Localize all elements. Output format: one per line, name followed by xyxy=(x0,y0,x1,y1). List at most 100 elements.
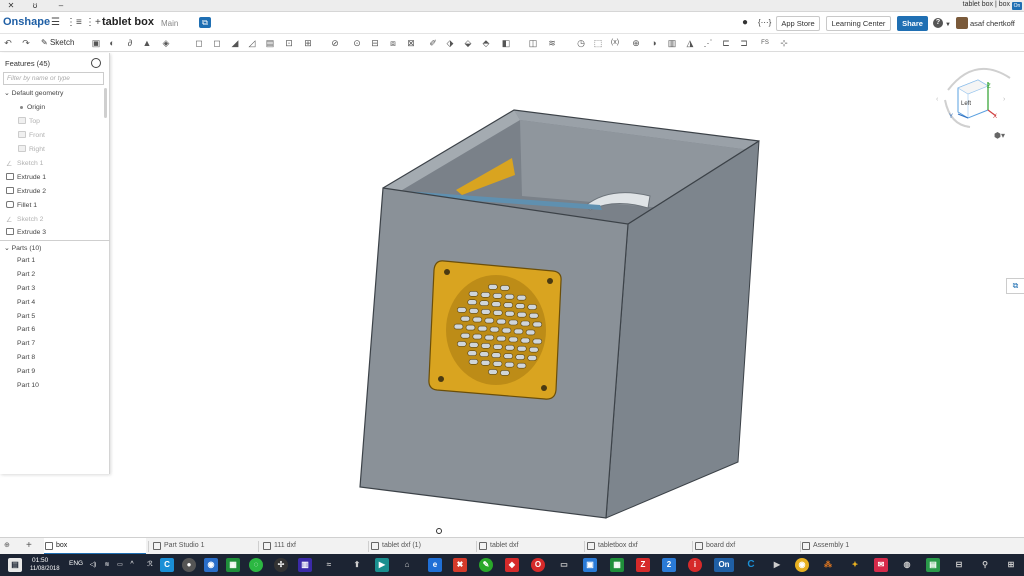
split-icon[interactable]: ⊟ xyxy=(369,37,381,49)
extrude-icon[interactable]: ▣ xyxy=(90,37,102,49)
app-icon[interactable]: ✦ xyxy=(848,558,862,572)
part-item[interactable]: Part 2 xyxy=(17,270,35,280)
feature-extrude-2[interactable]: Extrude 2 xyxy=(6,187,46,197)
avatar[interactable] xyxy=(956,17,968,29)
feature-list-scrollbar[interactable] xyxy=(104,88,107,118)
excel-icon[interactable]: ▦ xyxy=(610,558,624,572)
feature-extrude-3[interactable]: Extrude 3 xyxy=(6,228,46,238)
app-icon[interactable]: C xyxy=(160,558,174,572)
tab-tablet-dxf-1[interactable]: tablet dxf (1) xyxy=(370,538,474,555)
plane-icon[interactable]: ◧ xyxy=(500,37,512,49)
wifi-icon[interactable]: ≋ xyxy=(100,558,114,572)
whatsapp-icon[interactable]: ◌ xyxy=(249,558,263,572)
tab-box[interactable]: box xyxy=(44,538,146,555)
app-icon[interactable]: ⬆ xyxy=(350,558,364,572)
feature-extrude-1[interactable]: Extrude 1 xyxy=(6,173,46,183)
add-tab-button[interactable]: + xyxy=(22,538,42,555)
redo-icon[interactable]: ↷ xyxy=(20,37,32,49)
flat-view-icon[interactable]: ⊐ xyxy=(738,37,750,49)
menu-icon[interactable]: ☰ xyxy=(51,17,60,28)
default-geometry-group[interactable]: ⌄ Default geometry xyxy=(4,89,63,99)
pattern-icon[interactable]: ⊞ xyxy=(302,37,314,49)
tab-tabletbox-dxf[interactable]: tabletbox dxf xyxy=(586,538,690,555)
view-options-cube-icon[interactable]: ⬢▾ xyxy=(994,131,1005,140)
rib-icon[interactable]: ◿ xyxy=(246,37,258,49)
part-item[interactable]: Part 9 xyxy=(17,367,35,377)
tab-tablet-dxf[interactable]: tablet dxf xyxy=(478,538,582,555)
rotate-right-icon[interactable]: › xyxy=(1003,96,1006,103)
mate-connector-icon[interactable]: ◫ xyxy=(527,37,539,49)
feature-origin[interactable]: Origin xyxy=(18,103,45,113)
panel-divider[interactable] xyxy=(0,240,110,241)
tab-111-dxf[interactable]: 111 dxf xyxy=(262,538,366,555)
helix-icon[interactable]: ≋ xyxy=(546,37,558,49)
app-icon[interactable]: ▦ xyxy=(226,558,240,572)
help-chevron-down-icon[interactable]: ▼ xyxy=(945,20,951,31)
tab-board-dxf[interactable]: board dxf xyxy=(694,538,798,555)
app-icon[interactable]: ⌂ xyxy=(400,558,414,572)
side-panel-toggle-icon[interactable]: ⧉ xyxy=(1006,278,1024,294)
tray-chevron-up-icon[interactable]: ^ xyxy=(125,558,139,572)
version-graph-icon[interactable]: ⋮≡ xyxy=(66,17,82,28)
fillet-icon[interactable]: ◻ xyxy=(193,37,205,49)
opera-icon[interactable]: O xyxy=(531,558,545,572)
draft-icon[interactable]: ◢ xyxy=(229,37,241,49)
sketch-button[interactable]: ✎ Sketch xyxy=(41,37,74,49)
search-icon[interactable]: ⚲ xyxy=(978,558,992,572)
file-explorer-icon[interactable]: ▭ xyxy=(557,558,571,572)
graphics-viewport[interactable]: Left Z X Y › ‹ xyxy=(110,53,1024,537)
feature-sketch-2[interactable]: ∠ Sketch 2 xyxy=(6,215,43,225)
history-icon[interactable] xyxy=(91,58,101,68)
boolean-icon[interactable]: ⊙ xyxy=(351,37,363,49)
app-icon[interactable]: 2 xyxy=(662,558,676,572)
help-icon[interactable]: ? xyxy=(933,18,943,28)
variable-icon[interactable]: (x) xyxy=(609,37,621,49)
sweep-icon[interactable]: ∂ xyxy=(124,37,136,49)
part-item[interactable]: Part 10 xyxy=(17,381,39,391)
document-title[interactable]: tablet box xyxy=(102,16,154,28)
document-link-icon[interactable]: ⧉ xyxy=(199,17,211,28)
app-icon[interactable]: ◆ xyxy=(505,558,519,572)
task-view-icon[interactable]: ⊟ xyxy=(952,558,966,572)
feature-filter-input[interactable] xyxy=(3,72,104,85)
app-icon[interactable]: ▥ xyxy=(298,558,312,572)
notification-icon[interactable]: ▤ xyxy=(8,558,22,572)
app-icon[interactable]: ▶ xyxy=(770,558,784,572)
window-close-button[interactable]: ✕ xyxy=(0,0,22,12)
app-store-button[interactable]: App Store xyxy=(776,16,820,31)
add-custom-feature-icon[interactable]: ⊹ xyxy=(778,37,790,49)
fan-grille[interactable] xyxy=(428,260,562,400)
app-icon[interactable]: ⁂ xyxy=(821,558,835,572)
part-item[interactable]: Part 1 xyxy=(17,256,35,266)
chamfer-icon[interactable]: ◻ xyxy=(211,37,223,49)
bend-icon[interactable]: ◮ xyxy=(684,37,696,49)
shell-icon[interactable]: ▤ xyxy=(264,37,276,49)
feature-script-icon[interactable]: FS xyxy=(759,37,771,49)
app-icon[interactable]: i xyxy=(688,558,702,572)
box-model[interactable] xyxy=(359,109,760,519)
onshape-taskbar-icon[interactable]: On xyxy=(714,558,734,572)
start-icon[interactable]: ⊞ xyxy=(1004,558,1018,572)
part-item[interactable]: Part 8 xyxy=(17,353,35,363)
tab-tool-icon[interactable]: ▥ xyxy=(666,37,678,49)
view-cube[interactable]: Left Z X Y › ‹ xyxy=(936,68,1011,128)
feature-fillet-1[interactable]: Fillet 1 xyxy=(6,201,37,211)
learning-center-button[interactable]: Learning Center xyxy=(826,16,891,31)
edge-icon[interactable]: e xyxy=(428,558,442,572)
transform-icon[interactable]: ⧈ xyxy=(387,37,399,49)
revolve-icon[interactable]: ◐ xyxy=(106,37,118,49)
window-restore-button[interactable]: ʊ xyxy=(24,0,46,12)
offset-surface-icon[interactable]: ⬘ xyxy=(480,37,492,49)
app-icon[interactable]: ● xyxy=(182,558,196,572)
app-icon[interactable]: ▣ xyxy=(583,558,597,572)
user-menu[interactable]: asaf chertkoff xyxy=(970,19,1015,28)
filezilla-icon[interactable]: Z xyxy=(636,558,650,572)
app-icon[interactable]: ✢ xyxy=(274,558,288,572)
modify-fillet-icon[interactable]: ✐ xyxy=(427,37,439,49)
clock-time[interactable]: 01:50 xyxy=(32,557,48,564)
share-button[interactable]: Share xyxy=(897,16,928,31)
hole-icon[interactable]: ⊡ xyxy=(283,37,295,49)
onshape-logo[interactable]: Onshape xyxy=(3,16,50,28)
thicken-icon[interactable]: ◈ xyxy=(160,37,172,49)
part-item[interactable]: Part 3 xyxy=(17,284,35,294)
